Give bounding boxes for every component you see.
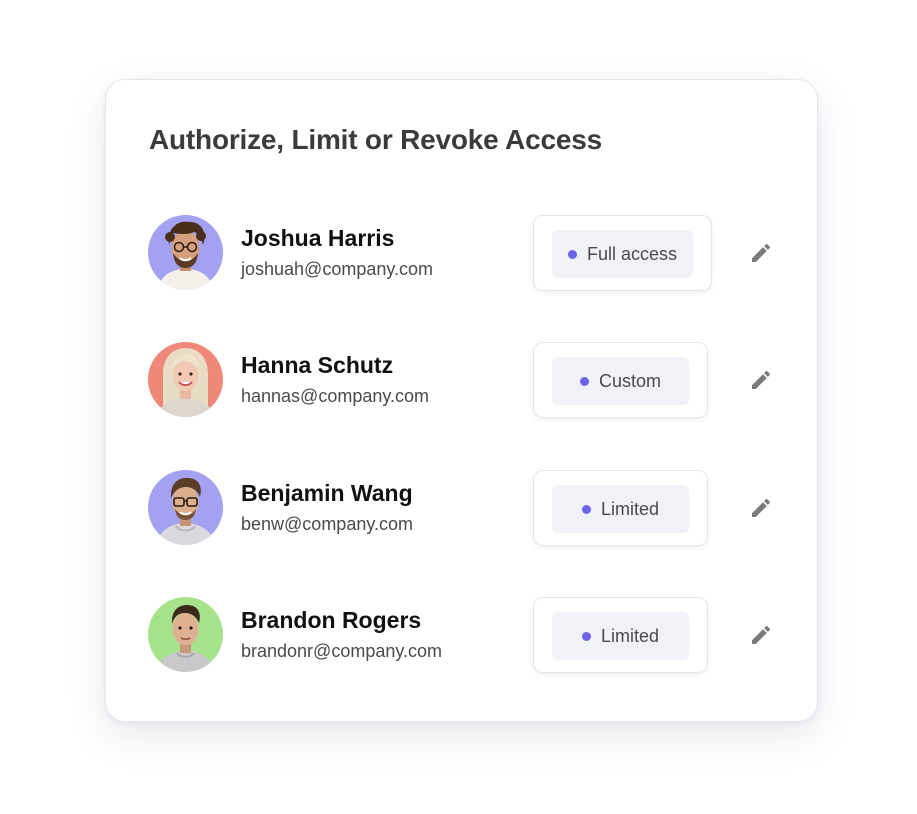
edit-button[interactable] [746, 493, 776, 523]
avatar-image [148, 215, 223, 290]
edit-button[interactable] [746, 365, 776, 395]
avatar-image [148, 342, 223, 417]
user-name: Benjamin Wang [241, 480, 413, 506]
avatar-image [148, 597, 223, 672]
status-dot-icon [581, 631, 591, 641]
user-name: Brandon Rogers [241, 607, 422, 633]
user-email: brandonr@company.com [241, 641, 443, 661]
user-email: benw@company.com [241, 514, 414, 534]
access-badge: Limited [552, 612, 689, 660]
pencil-icon [752, 625, 771, 644]
access-label: Limited [600, 625, 660, 646]
user-row: Brandon Rogers brandonr@company.com Limi… [106, 597, 817, 673]
avatar [148, 215, 223, 290]
access-label: Limited [600, 498, 660, 519]
card-title: Authorize, Limit or Revoke Access [149, 124, 602, 155]
access-badge: Custom [552, 357, 689, 405]
user-row: Joshua Harris joshuah@company.com Full a… [106, 215, 817, 291]
edit-button[interactable] [746, 238, 776, 268]
pencil-icon [752, 243, 771, 262]
avatar [148, 597, 223, 672]
edit-button[interactable] [746, 620, 776, 650]
access-level-dropdown[interactable]: Limited [533, 470, 708, 546]
user-email: joshuah@company.com [241, 259, 434, 279]
avatar [148, 342, 223, 417]
access-label: Full access [586, 243, 678, 264]
avatar [148, 470, 223, 545]
user-name: Joshua Harris [241, 225, 395, 251]
access-label: Custom [598, 370, 661, 391]
user-email: hannas@company.com [241, 386, 430, 406]
access-level-dropdown[interactable]: Custom [533, 342, 708, 418]
user-name: Hanna Schutz [241, 352, 394, 378]
pencil-icon [752, 370, 771, 389]
access-level-dropdown[interactable]: Full access [533, 215, 712, 291]
access-card: Authorize, Limit or Revoke Access Joshua… [105, 79, 818, 722]
status-dot-icon [581, 504, 591, 514]
access-badge: Limited [552, 485, 689, 533]
user-row: Hanna Schutz hannas@company.com Custom [106, 342, 817, 418]
user-row: Benjamin Wang benw@company.com Limited [106, 470, 817, 546]
pencil-icon [752, 498, 771, 517]
status-dot-icon [579, 376, 589, 386]
avatar-image [148, 470, 223, 545]
status-dot-icon [567, 249, 577, 259]
access-badge: Full access [552, 230, 693, 278]
access-level-dropdown[interactable]: Limited [533, 597, 708, 673]
